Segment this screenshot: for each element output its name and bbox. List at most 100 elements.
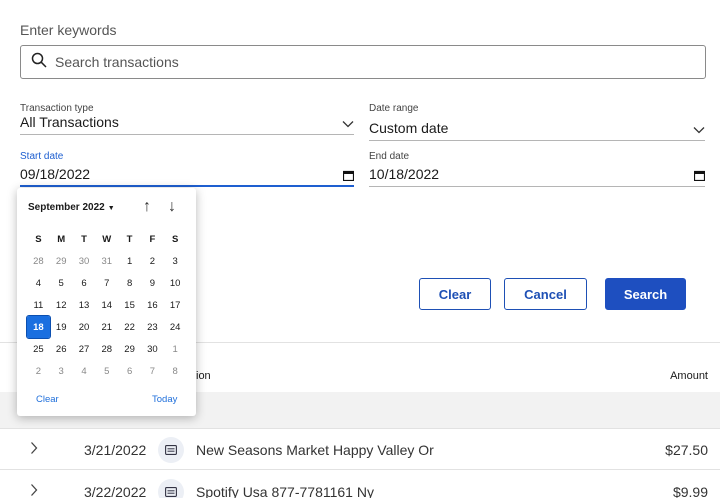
calendar-week: 18 19 20 21 22 23 24 [26,315,187,339]
calendar-day[interactable]: 5 [50,272,73,294]
calendar-day[interactable]: 31 [95,250,118,272]
weekday-label: M [57,233,66,245]
calendar-week: 4 5 6 7 8 9 10 [27,272,187,294]
calendar-day[interactable]: 12 [50,294,73,316]
weekday-label: T [81,233,87,245]
search-box[interactable] [20,45,706,79]
calendar-day[interactable]: 14 [95,294,118,316]
calendar-day[interactable]: 2 [141,250,164,272]
calendar-day[interactable]: 5 [95,360,118,382]
table-row[interactable]: 3/21/2022 New Seasons Market Happy Valle… [0,428,720,470]
calendar-day[interactable]: 9 [141,272,164,294]
chevron-right-icon[interactable] [30,483,38,498]
amount-column-header[interactable]: Amount [670,370,708,382]
receipt-icon [158,479,184,498]
calendar-week: 28 29 30 31 1 2 3 [27,250,187,272]
chevron-down-icon [342,115,354,133]
calendar-day[interactable]: 30 [73,250,96,272]
calendar-clear-button[interactable]: Clear [36,394,59,405]
divider [20,185,354,187]
calendar-day[interactable]: 4 [73,360,96,382]
calendar-day[interactable]: 17 [164,294,187,316]
transaction-type-label: Transaction type [20,103,94,114]
date-picker-popup: September 2022 ▼ ↑ ↓ SMTWTFS 28 29 30 31 1 2 3 4… [17,188,196,416]
date-range-select[interactable]: Date range Custom date [369,103,705,141]
receipt-icon [158,437,184,463]
end-date-value[interactable]: 10/18/2022 [369,166,705,182]
calendar-day[interactable]: 11 [27,294,50,316]
calendar-day[interactable]: 24 [164,316,187,338]
arrow-up-icon[interactable]: ↑ [143,198,151,216]
search-input[interactable] [55,54,655,70]
date-range-label: Date range [369,103,419,114]
weekday-label: S [172,233,179,245]
calendar-day[interactable]: 16 [141,294,164,316]
end-date-field[interactable]: End date 10/18/2022 [369,151,706,187]
description-column-header[interactable]: ion [196,370,211,382]
start-date-field[interactable]: Start date 09/18/2022 [20,151,355,187]
calendar-day[interactable]: 25 [27,338,50,360]
start-date-label: Start date [20,151,64,162]
keywords-label: Enter keywords [20,22,117,38]
calendar-day[interactable]: 1 [164,338,187,360]
divider [369,186,705,187]
calendar-day[interactable]: 8 [164,360,187,382]
row-date: 3/22/2022 [84,484,147,498]
calendar-day[interactable]: 29 [118,338,141,360]
calendar-day[interactable]: 4 [27,272,50,294]
calendar-day[interactable]: 3 [164,250,187,272]
chevron-down-icon [693,121,705,139]
divider [20,134,354,135]
calendar-day[interactable]: 28 [27,250,50,272]
calendar-day[interactable]: 19 [50,316,73,338]
calendar-day[interactable]: 7 [95,272,118,294]
calendar-day[interactable]: 2 [27,360,50,382]
calendar-day[interactable]: 27 [73,338,96,360]
row-amount: $27.50 [665,442,708,458]
weekday-label: F [149,233,156,245]
calendar-day[interactable]: 3 [50,360,73,382]
search-button[interactable]: Search [605,278,686,310]
month-selector[interactable]: September 2022 ▼ [28,202,115,213]
calendar-grid: SMTWTFS 28 29 30 31 1 2 3 4 5 6 7 8 9 10 11 12 13 14 15 16 1… [26,228,187,382]
transaction-type-select[interactable]: Transaction type All Transactions [20,103,354,135]
calendar-day[interactable]: 28 [95,338,118,360]
row-description: Spotify Usa 877-7781161 Ny [196,484,374,498]
calendar-week: 25 26 27 28 29 30 1 [27,338,187,360]
calendar-day[interactable]: 13 [73,294,96,316]
cancel-button[interactable]: Cancel [504,278,587,310]
calendar-day[interactable]: 20 [73,316,96,338]
calendar-day[interactable]: 22 [118,316,141,338]
calendar-weeks: 28 29 30 31 1 2 3 4 5 6 7 8 9 10 11 12 13 14 15 16 17 18 19 20 2… [26,250,187,382]
calendar-day[interactable]: 23 [141,316,164,338]
calendar-day[interactable]: 21 [95,316,118,338]
arrow-down-icon[interactable]: ↓ [168,198,176,216]
row-amount: $9.99 [672,484,708,498]
row-description: New Seasons Market Happy Valley Or [196,442,434,458]
calendar-today-button[interactable]: Today [152,394,177,405]
chevron-right-icon[interactable] [30,441,38,460]
calendar-icon[interactable] [342,168,355,186]
calendar-icon[interactable] [693,168,706,186]
row-date: 3/21/2022 [84,442,147,458]
calendar-day[interactable]: 15 [118,294,141,316]
calendar-day[interactable]: 8 [118,272,141,294]
divider [369,140,705,141]
calendar-day[interactable]: 6 [73,272,96,294]
weekday-label: T [126,233,133,245]
calendar-week: 2345678 [27,360,187,382]
calendar-day[interactable]: 10 [164,272,187,294]
month-label: September 2022 [28,202,105,213]
table-row[interactable]: 3/22/2022 Spotify Usa 877-7781161 Ny $9.… [0,471,720,498]
weekday-label: W [102,233,112,245]
calendar-day-selected[interactable]: 18 [26,315,51,339]
calendar-day[interactable]: 7 [141,360,164,382]
weekday-label: S [35,233,42,245]
calendar-day[interactable]: 30 [141,338,164,360]
calendar-day[interactable]: 1 [118,250,141,272]
start-date-value[interactable]: 09/18/2022 [20,166,354,182]
clear-button[interactable]: Clear [419,278,491,310]
calendar-day[interactable]: 6 [118,360,141,382]
calendar-day[interactable]: 26 [50,338,73,360]
calendar-day[interactable]: 29 [50,250,73,272]
